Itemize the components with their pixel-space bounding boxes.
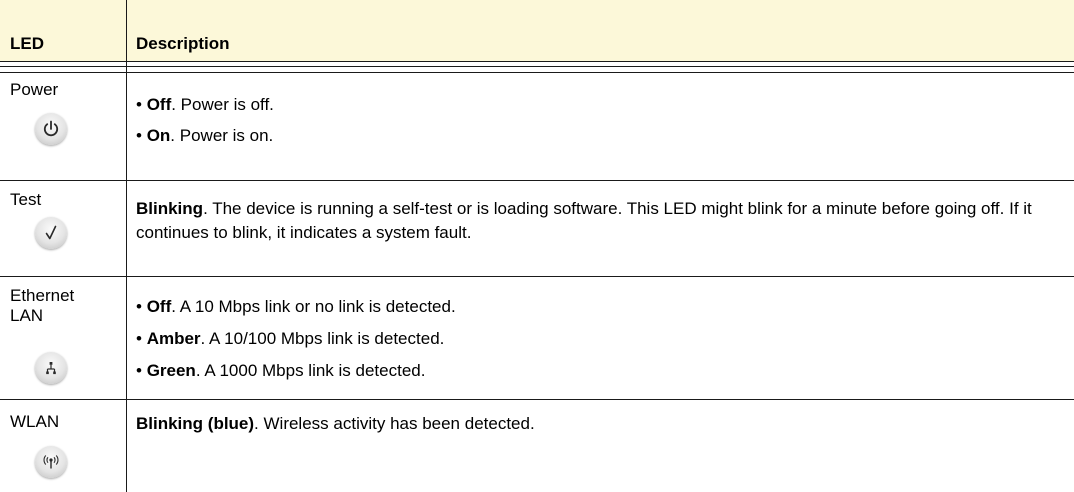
led-name: Power	[10, 80, 59, 99]
list-item: • Off. Power is off.	[136, 95, 274, 114]
led-cell: Ethernet LAN	[10, 286, 122, 384]
description-text: Blinking. The device is running a self-t…	[136, 199, 1032, 242]
wireless-antenna-icon	[35, 446, 67, 478]
header-led: LED	[10, 34, 44, 53]
led-name-line: LAN	[10, 306, 44, 325]
list-item: • Green. A 1000 Mbps link is detected.	[136, 361, 426, 380]
description-text: Blinking (blue). Wireless activity has b…	[136, 414, 535, 433]
table-header: LED Description	[0, 0, 1074, 62]
led-name-line: Ethernet	[10, 286, 75, 305]
led-description-table: LED Description Power • Off. Power is of…	[0, 0, 1074, 492]
list-item: • Off. A 10 Mbps link or no link is dete…	[136, 297, 456, 316]
power-icon	[35, 113, 67, 145]
table-row-ethernet-lan: Ethernet LAN • Off. A 10 Mbps link or no…	[0, 277, 1074, 399]
led-cell: Power	[10, 80, 122, 145]
list-item: • On. Power is on.	[136, 126, 274, 145]
checkmark-icon	[35, 217, 67, 249]
header-divider	[0, 61, 1074, 62]
list-item: • Amber. A 10/100 Mbps link is detected.	[136, 329, 445, 348]
led-cell: Test	[10, 190, 122, 249]
led-cell: WLAN	[10, 412, 122, 478]
header-divider-double	[0, 66, 1074, 67]
table-row-wlan: WLAN Blinking (blue). Wireless activity …	[0, 400, 1074, 492]
led-name: WLAN	[10, 412, 60, 431]
network-icon	[35, 352, 67, 384]
led-name: Test	[10, 190, 42, 209]
table-row-test: Test Blinking. The device is running a s…	[0, 181, 1074, 276]
table-row-power: Power • Off. Power is off. • On. Power i…	[0, 73, 1074, 180]
header-description: Description	[136, 34, 230, 53]
